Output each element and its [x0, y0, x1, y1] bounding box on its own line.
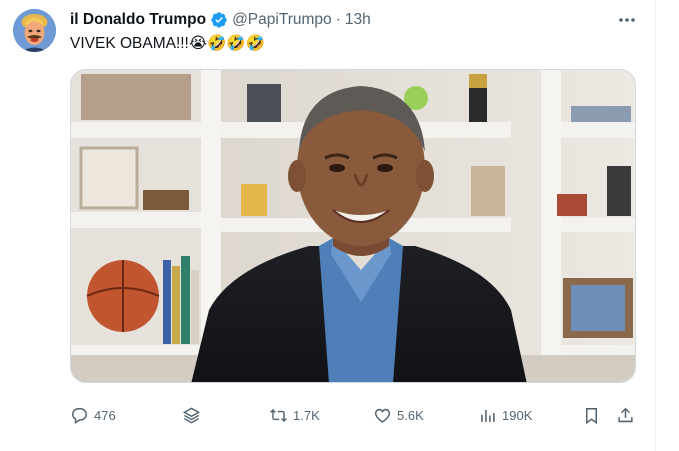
views-button[interactable]: 190K: [478, 400, 532, 430]
display-name[interactable]: il Donaldo Trumpo: [70, 11, 206, 29]
views-icon: [481, 409, 495, 422]
reply-icon: [72, 407, 87, 424]
tweet-image[interactable]: [70, 69, 636, 383]
reply-button[interactable]: 476: [70, 400, 116, 430]
action-bar: 476 1.7K 5.6K 190K: [70, 400, 640, 430]
share-icon: [618, 407, 633, 422]
bookmark-icon: [585, 407, 598, 424]
stack-icon: [182, 407, 201, 423]
repost-button[interactable]: 1.7K: [269, 400, 320, 430]
column-divider: [655, 0, 656, 451]
separator-dot: ·: [335, 11, 341, 28]
verified-badge-icon: [211, 12, 227, 28]
share-button[interactable]: [616, 400, 635, 430]
like-button[interactable]: 5.6K: [373, 400, 424, 430]
more-options-button[interactable]: [613, 8, 641, 32]
tweet[interactable]: il Donaldo Trumpo @PapiTrumpo · 13h VIVE…: [0, 0, 655, 451]
tweet-text: VIVEK OBAMA!!!😭🤣🤣🤣: [70, 35, 265, 52]
avatar[interactable]: [13, 9, 56, 52]
more-icon: [619, 18, 635, 22]
stack-button[interactable]: [182, 400, 201, 430]
repost-icon: [270, 408, 287, 422]
tweet-header: il Donaldo Trumpo @PapiTrumpo · 13h: [70, 10, 371, 30]
handle[interactable]: @PapiTrumpo: [232, 11, 332, 29]
like-count: 5.6K: [397, 407, 424, 423]
repost-count: 1.7K: [293, 407, 320, 423]
reply-count: 476: [94, 407, 116, 423]
views-count: 190K: [502, 407, 533, 423]
like-icon: [374, 408, 391, 423]
bookmark-button[interactable]: [582, 400, 601, 430]
timestamp[interactable]: 13h: [345, 11, 371, 29]
photo-scene: [71, 70, 635, 382]
